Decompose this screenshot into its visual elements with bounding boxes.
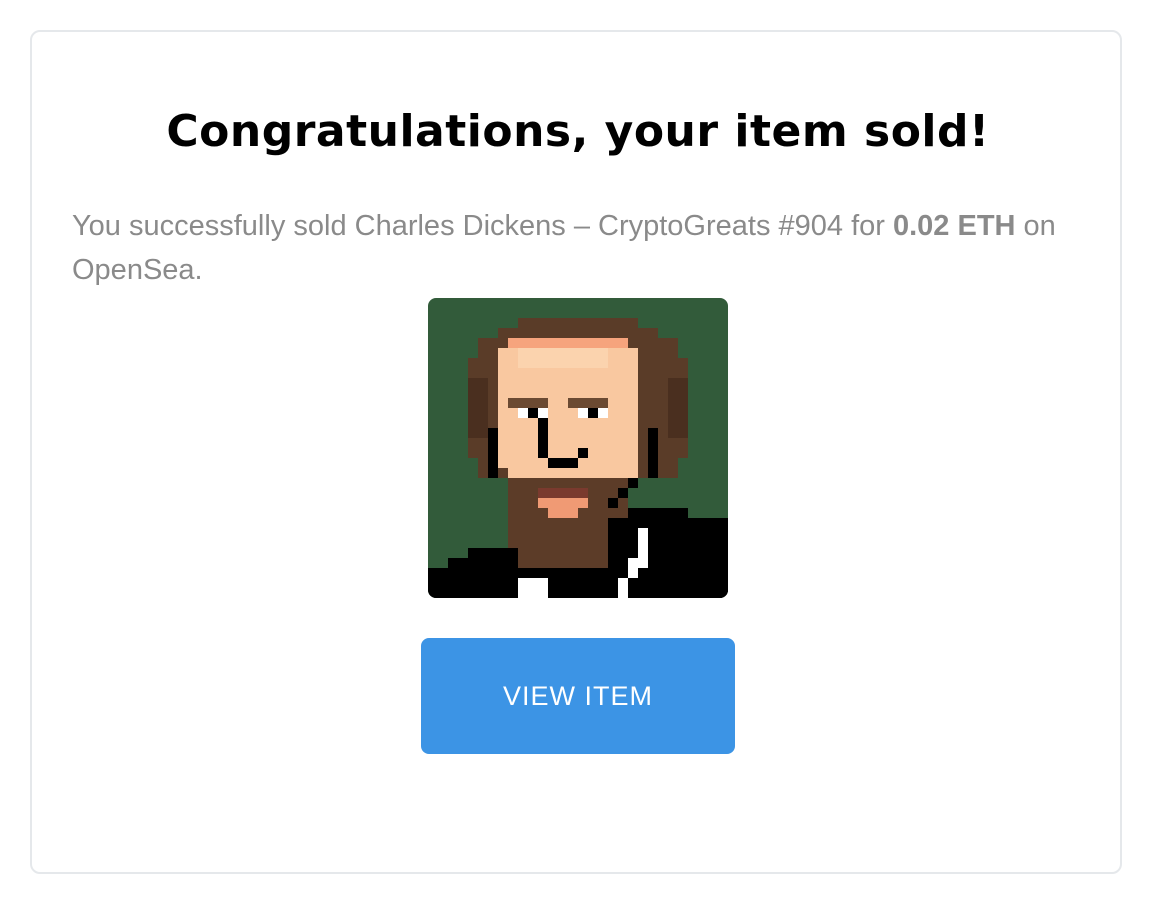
portrait-art	[428, 298, 728, 598]
sale-price: 0.02 ETH	[892, 210, 1016, 242]
notification-title: Congratulations, your item sold!	[166, 106, 990, 157]
nft-image	[428, 298, 728, 598]
sale-message: You successfully sold Charles Dickens – …	[72, 204, 1082, 292]
view-item-button[interactable]: VIEW ITEM	[421, 638, 735, 754]
sale-message-prefix: You successfully sold Charles Dickens – …	[72, 210, 893, 242]
sale-notification-card: Congratulations, your item sold! You suc…	[30, 30, 1122, 874]
